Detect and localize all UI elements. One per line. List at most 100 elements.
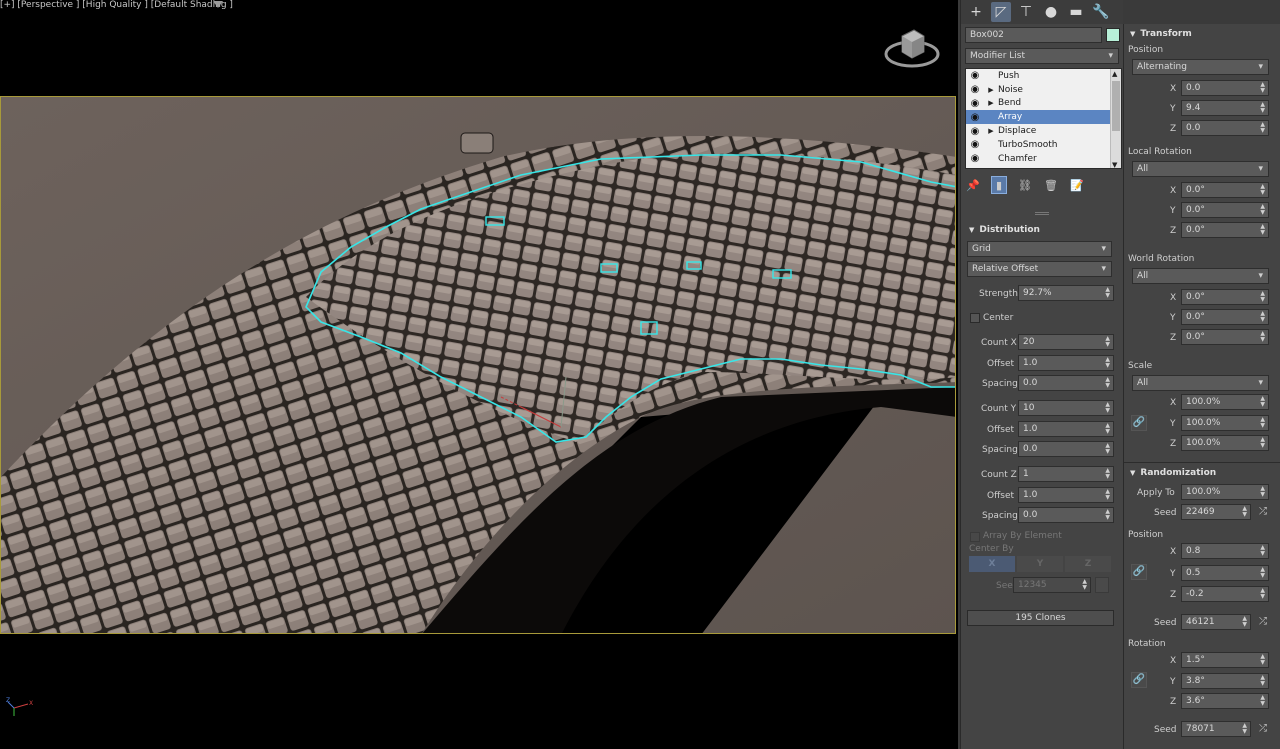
spinner-arrows-icon[interactable]: ▲ ▼ xyxy=(1105,423,1110,435)
viewport-scene[interactable] xyxy=(0,96,956,634)
spinner-arrows-icon[interactable]: ▲ ▼ xyxy=(1082,579,1087,591)
spinner-arrows-icon[interactable]: ▲ ▼ xyxy=(1260,102,1265,114)
rpos-y-spinner[interactable]: 0.5 ▲ ▼ xyxy=(1181,565,1269,581)
eye-icon[interactable]: ◉ xyxy=(966,98,984,109)
object-name-field[interactable]: Box002 xyxy=(965,27,1102,43)
panel-resize-handle[interactable] xyxy=(1035,212,1049,215)
spinner-arrows-icon[interactable]: ▲ ▼ xyxy=(1260,654,1265,666)
rrot-seed-spinner[interactable]: 78071 ▲ ▼ xyxy=(1181,721,1251,737)
scale-link-icon[interactable]: 🔗 xyxy=(1131,415,1147,431)
rrot-y-spinner[interactable]: 3.8° ▲ ▼ xyxy=(1181,673,1269,689)
spinner-arrows-icon[interactable]: ▲ ▼ xyxy=(1105,468,1110,480)
rrot-z-spinner[interactable]: 3.6° ▲ ▼ xyxy=(1181,693,1269,709)
modifier-list-dropdown[interactable]: Modifier List xyxy=(965,48,1119,64)
spacing-x-spinner[interactable]: 0.0 ▲ ▼ xyxy=(1018,375,1114,391)
spinner-arrows-icon[interactable]: ▲ ▼ xyxy=(1105,287,1110,299)
expand-arrow-icon[interactable]: ▶ xyxy=(984,99,998,107)
randomize-rotation-seed-icon[interactable]: ⤮ xyxy=(1257,723,1269,735)
scroll-thumb[interactable] xyxy=(1112,81,1120,131)
rand-rotation-link-icon[interactable]: 🔗 xyxy=(1131,672,1147,688)
modifier-stack[interactable]: ◉ Push ◉ ▶ Noise ◉ ▶ Bend ◉ Array ◉ ▶ Displace ◉… xyxy=(965,68,1122,169)
rpos-seed-spinner[interactable]: 46121 ▲ ▼ xyxy=(1181,614,1251,630)
hierarchy-tab-icon[interactable]: ⊤ xyxy=(1016,2,1036,22)
object-color-swatch[interactable] xyxy=(1106,28,1120,42)
spinner-arrows-icon[interactable]: ▲ ▼ xyxy=(1260,184,1265,196)
dist-seed-spinner[interactable]: 12345 ▲ ▼ xyxy=(1013,577,1091,593)
strength-spinner[interactable]: 92.7% ▲ ▼ xyxy=(1018,285,1114,301)
offset-z-spinner[interactable]: 1.0 ▲ ▼ xyxy=(1018,487,1114,503)
stack-item-displace[interactable]: ◉ ▶ Displace xyxy=(966,124,1121,138)
distribution-rollout-header[interactable]: ▼ Distribution xyxy=(965,222,1119,238)
spinner-arrows-icon[interactable]: ▲ ▼ xyxy=(1242,506,1247,518)
randomization-rollout-header[interactable]: ▼ Randomization xyxy=(1126,465,1280,481)
rand-position-link-icon[interactable]: 🔗 xyxy=(1131,564,1147,580)
local-rotation-mode-dropdown[interactable]: All xyxy=(1132,161,1269,177)
center-by-y-button[interactable]: Y xyxy=(1017,556,1063,572)
pos-x-spinner[interactable]: 0.0 ▲ ▼ xyxy=(1181,80,1269,96)
spacing-z-spinner[interactable]: 0.0 ▲ ▼ xyxy=(1018,507,1114,523)
stack-item-turbosmooth[interactable]: ◉ TurboSmooth xyxy=(966,138,1121,152)
wrot-z-spinner[interactable]: 0.0° ▲ ▼ xyxy=(1181,329,1269,345)
eye-icon[interactable]: ◉ xyxy=(966,70,984,81)
eye-icon[interactable]: ◉ xyxy=(966,153,984,164)
offset-y-spinner[interactable]: 1.0 ▲ ▼ xyxy=(1018,421,1114,437)
spinner-arrows-icon[interactable]: ▲ ▼ xyxy=(1260,588,1265,600)
stack-item-chamfer[interactable]: ◉ Chamfer xyxy=(966,152,1121,166)
rrot-x-spinner[interactable]: 1.5° ▲ ▼ xyxy=(1181,652,1269,668)
array-by-element-checkbox[interactable] xyxy=(970,532,980,542)
position-mode-dropdown[interactable]: Alternating xyxy=(1132,59,1269,75)
viewport-label-menu[interactable]: [+] [Perspective ] [High Quality ] [Defa… xyxy=(0,0,233,10)
spinner-arrows-icon[interactable]: ▲ ▼ xyxy=(1260,396,1265,408)
spinner-arrows-icon[interactable]: ▲ ▼ xyxy=(1105,377,1110,389)
count-z-spinner[interactable]: 1 ▲ ▼ xyxy=(1018,466,1114,482)
create-tab-icon[interactable]: + xyxy=(966,2,986,22)
spinner-arrows-icon[interactable]: ▲ ▼ xyxy=(1260,545,1265,557)
lrot-y-spinner[interactable]: 0.0° ▲ ▼ xyxy=(1181,202,1269,218)
spinner-arrows-icon[interactable]: ▲ ▼ xyxy=(1260,331,1265,343)
scroll-up-icon[interactable]: ▲ xyxy=(1112,70,1117,78)
scale-z-spinner[interactable]: 100.0% ▲ ▼ xyxy=(1181,435,1269,451)
display-tab-icon[interactable]: ▬ xyxy=(1066,2,1086,22)
stack-item-push[interactable]: ◉ Push xyxy=(966,69,1121,83)
wrot-x-spinner[interactable]: 0.0° ▲ ▼ xyxy=(1181,289,1269,305)
stack-item-bend[interactable]: ◉ ▶ Bend xyxy=(966,97,1121,111)
scroll-down-icon[interactable]: ▼ xyxy=(1112,161,1117,168)
stack-item-array[interactable]: ◉ Array xyxy=(966,110,1121,125)
spinner-arrows-icon[interactable]: ▲ ▼ xyxy=(1260,695,1265,707)
spinner-arrows-icon[interactable]: ▲ ▼ xyxy=(1105,357,1110,369)
spinner-arrows-icon[interactable]: ▲ ▼ xyxy=(1260,486,1265,498)
spinner-arrows-icon[interactable]: ▲ ▼ xyxy=(1260,567,1265,579)
count-x-spinner[interactable]: 20 ▲ ▼ xyxy=(1018,334,1114,350)
rand-seed-spinner[interactable]: 22469 ▲ ▼ xyxy=(1181,504,1251,520)
spinner-arrows-icon[interactable]: ▲ ▼ xyxy=(1260,204,1265,216)
motion-tab-icon[interactable]: ● xyxy=(1041,2,1061,22)
modify-tab-icon[interactable]: ◸ xyxy=(991,2,1011,22)
spinner-arrows-icon[interactable]: ▲ ▼ xyxy=(1105,489,1110,501)
randomize-seed-icon[interactable]: ⤮ xyxy=(1257,506,1269,518)
randomize-position-seed-icon[interactable]: ⤮ xyxy=(1257,616,1269,628)
configure-modifier-sets-icon[interactable]: 📝 xyxy=(1069,176,1085,194)
eye-icon[interactable]: ◉ xyxy=(966,139,984,150)
scale-mode-dropdown[interactable]: All xyxy=(1132,375,1269,391)
viewport-filter-icon[interactable] xyxy=(213,1,223,8)
spinner-arrows-icon[interactable]: ▲ ▼ xyxy=(1260,224,1265,236)
center-checkbox[interactable] xyxy=(970,313,980,323)
eye-icon[interactable]: ◉ xyxy=(966,112,984,123)
spinner-arrows-icon[interactable]: ▲ ▼ xyxy=(1260,122,1265,134)
world-rotation-mode-dropdown[interactable]: All xyxy=(1132,268,1269,284)
viewcube-icon[interactable] xyxy=(884,22,940,72)
clones-count-button[interactable]: 195 Clones xyxy=(967,610,1114,626)
stack-scrollbar[interactable]: ▲ ▼ xyxy=(1110,69,1121,168)
make-unique-icon[interactable]: ⛓ xyxy=(1017,176,1033,194)
pos-y-spinner[interactable]: 9.4 ▲ ▼ xyxy=(1181,100,1269,116)
offset-mode-dropdown[interactable]: Relative Offset xyxy=(967,261,1112,277)
spinner-arrows-icon[interactable]: ▲ ▼ xyxy=(1105,336,1110,348)
dist-seed-randomize-icon[interactable] xyxy=(1095,577,1109,593)
center-by-x-button[interactable]: X xyxy=(969,556,1015,572)
spacing-y-spinner[interactable]: 0.0 ▲ ▼ xyxy=(1018,441,1114,457)
expand-arrow-icon[interactable]: ▶ xyxy=(984,127,998,135)
center-by-z-button[interactable]: Z xyxy=(1065,556,1111,572)
eye-icon[interactable]: ◉ xyxy=(966,84,984,95)
spinner-arrows-icon[interactable]: ▲ ▼ xyxy=(1260,675,1265,687)
spinner-arrows-icon[interactable]: ▲ ▼ xyxy=(1260,417,1265,429)
